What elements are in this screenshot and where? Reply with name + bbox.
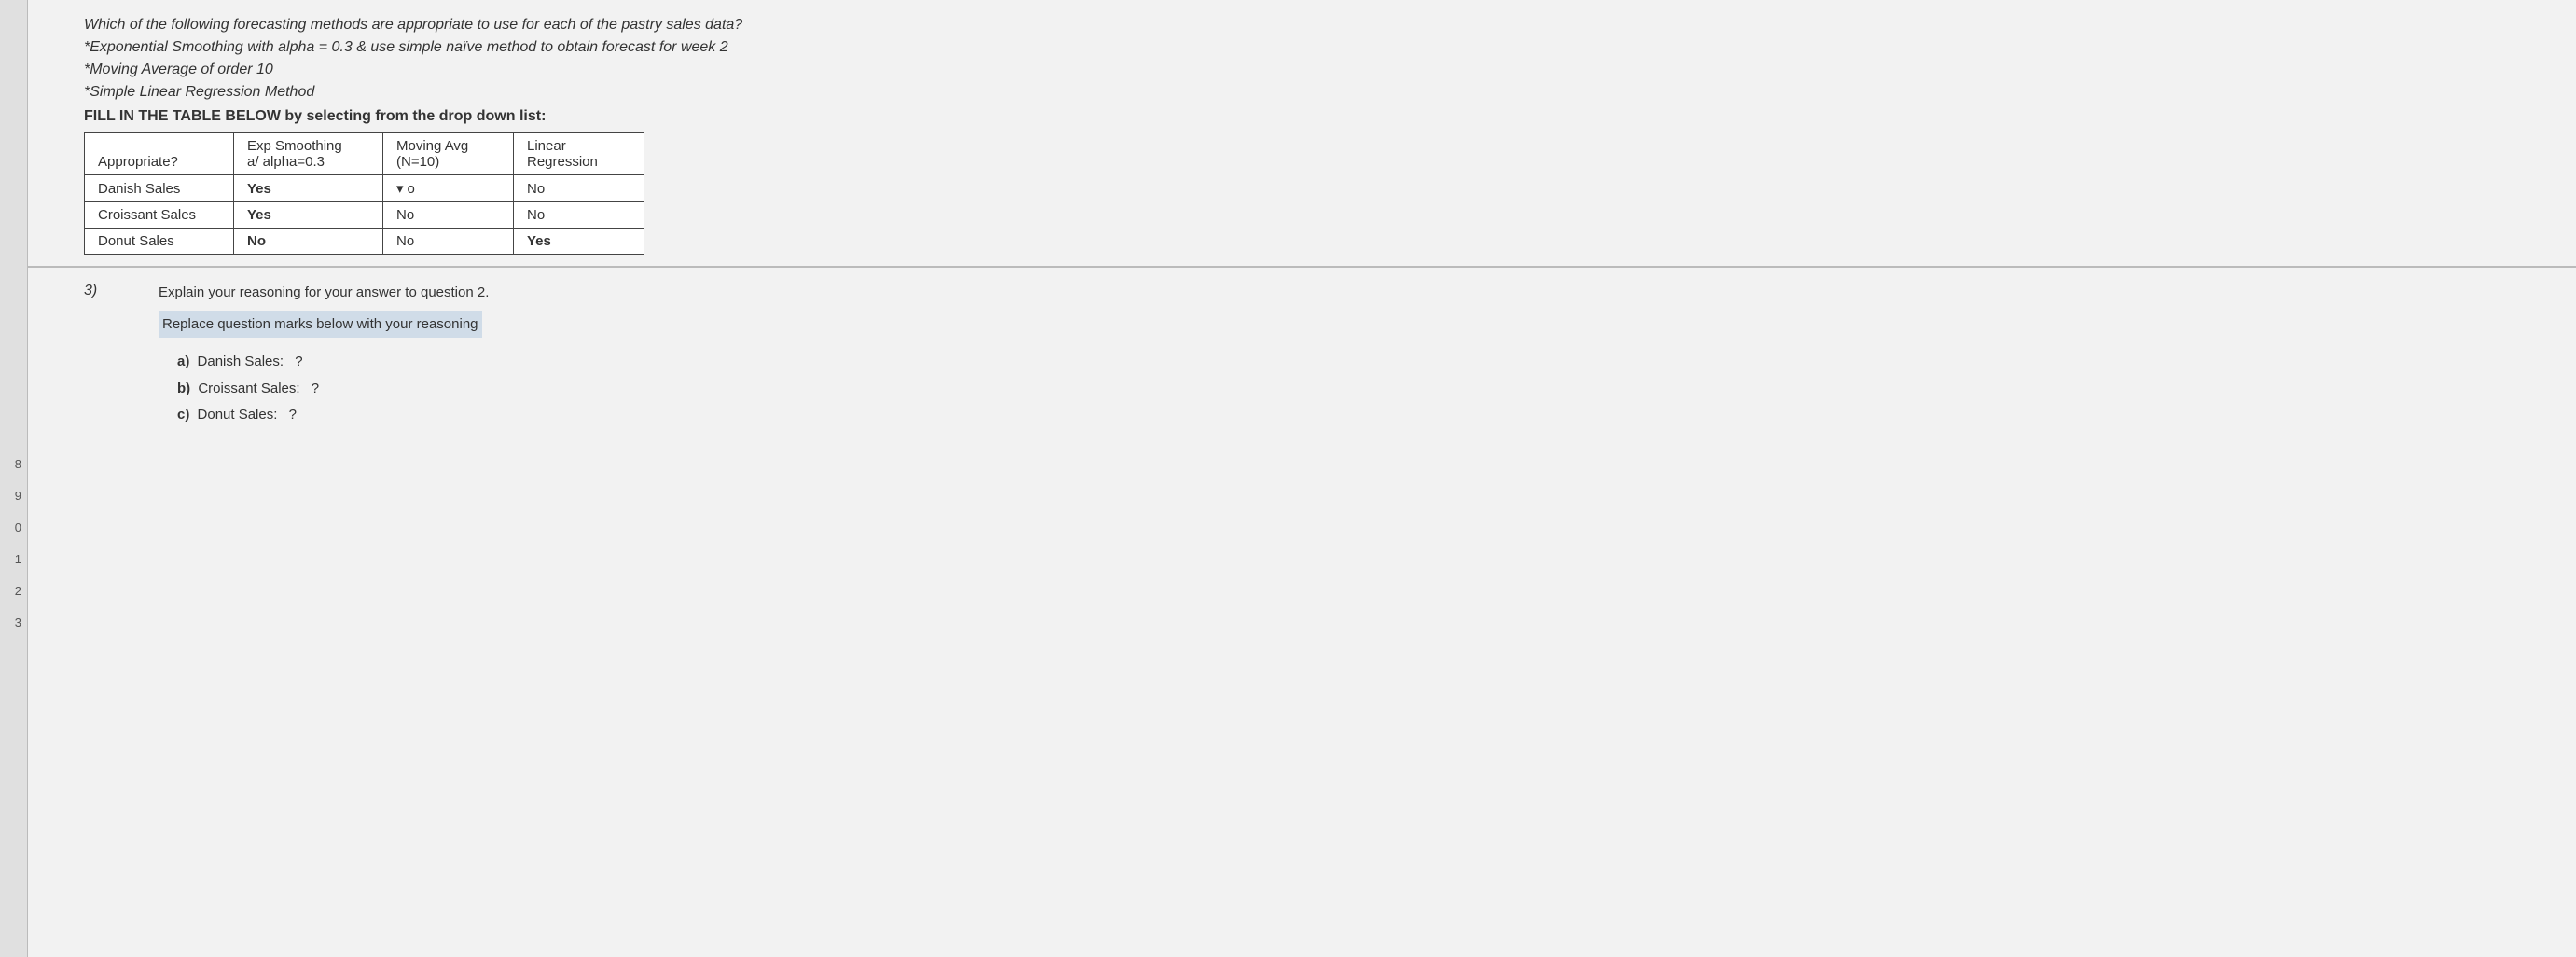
bottom-line1: Explain your reasoning for your answer t… bbox=[159, 281, 2520, 305]
question-line3: *Moving Average of order 10 bbox=[84, 62, 2520, 78]
donut-label: Donut Sales bbox=[85, 229, 234, 255]
question-line1: Which of the following forecasting metho… bbox=[84, 17, 2520, 34]
bottom-section: 3) Explain your reasoning for your answe… bbox=[28, 268, 2576, 442]
row-numbers: 8 9 0 1 2 3 bbox=[0, 0, 28, 957]
forecast-table: Appropriate? Exp Smoothing a/ alpha=0.3 … bbox=[84, 132, 644, 255]
top-section: Which of the following forecasting metho… bbox=[28, 0, 2576, 266]
table-header-row: Appropriate? Exp Smoothing a/ alpha=0.3 … bbox=[85, 133, 644, 175]
col2-header: Moving Avg (N=10) bbox=[383, 133, 514, 175]
row-num-3: 3 bbox=[0, 606, 27, 638]
bottom-line2: Replace question marks below with your r… bbox=[159, 311, 482, 339]
donut-exp: No bbox=[234, 229, 383, 255]
croissant-moving: No bbox=[383, 202, 514, 229]
row-num-9: 9 bbox=[0, 479, 27, 511]
sub-item-b: b) Croissant Sales: ? bbox=[177, 376, 2520, 403]
table-instruction: FILL IN THE TABLE BELOW by selecting fro… bbox=[84, 108, 2520, 125]
danish-moving[interactable]: ▾o bbox=[383, 175, 514, 202]
croissant-linear: No bbox=[514, 202, 644, 229]
col1-header: Exp Smoothing a/ alpha=0.3 bbox=[234, 133, 383, 175]
dropdown-value: ▾ bbox=[396, 181, 404, 197]
croissant-exp: Yes bbox=[234, 202, 383, 229]
table-row-donut: Donut Sales No No Yes bbox=[85, 229, 644, 255]
sub-items: a) Danish Sales: ? b) Croissant Sales: ?… bbox=[159, 349, 2520, 429]
question-line4: *Simple Linear Regression Method bbox=[84, 84, 2520, 101]
table-row-croissant: Croissant Sales Yes No No bbox=[85, 202, 644, 229]
donut-linear: Yes bbox=[514, 229, 644, 255]
table-row-danish: Danish Sales Yes ▾o No bbox=[85, 175, 644, 202]
croissant-label: Croissant Sales bbox=[85, 202, 234, 229]
sub-item-c: c) Donut Sales: ? bbox=[177, 402, 2520, 429]
content-area: Which of the following forecasting metho… bbox=[28, 0, 2576, 957]
row-num-0: 0 bbox=[0, 511, 27, 543]
question-line2: *Exponential Smoothing with alpha = 0.3 … bbox=[84, 39, 2520, 56]
row-num-2: 2 bbox=[0, 575, 27, 606]
question-number: 3) bbox=[84, 281, 140, 429]
row-num-8: 8 bbox=[0, 448, 27, 479]
row-num-1: 1 bbox=[0, 543, 27, 575]
danish-linear: No bbox=[514, 175, 644, 202]
col3-header: Linear Regression bbox=[514, 133, 644, 175]
sub-item-a: a) Danish Sales: ? bbox=[177, 349, 2520, 376]
donut-moving: No bbox=[383, 229, 514, 255]
danish-label: Danish Sales bbox=[85, 175, 234, 202]
col0-header: Appropriate? bbox=[85, 133, 234, 175]
answer-column: Explain your reasoning for your answer t… bbox=[159, 281, 2520, 429]
danish-exp: Yes bbox=[234, 175, 383, 202]
